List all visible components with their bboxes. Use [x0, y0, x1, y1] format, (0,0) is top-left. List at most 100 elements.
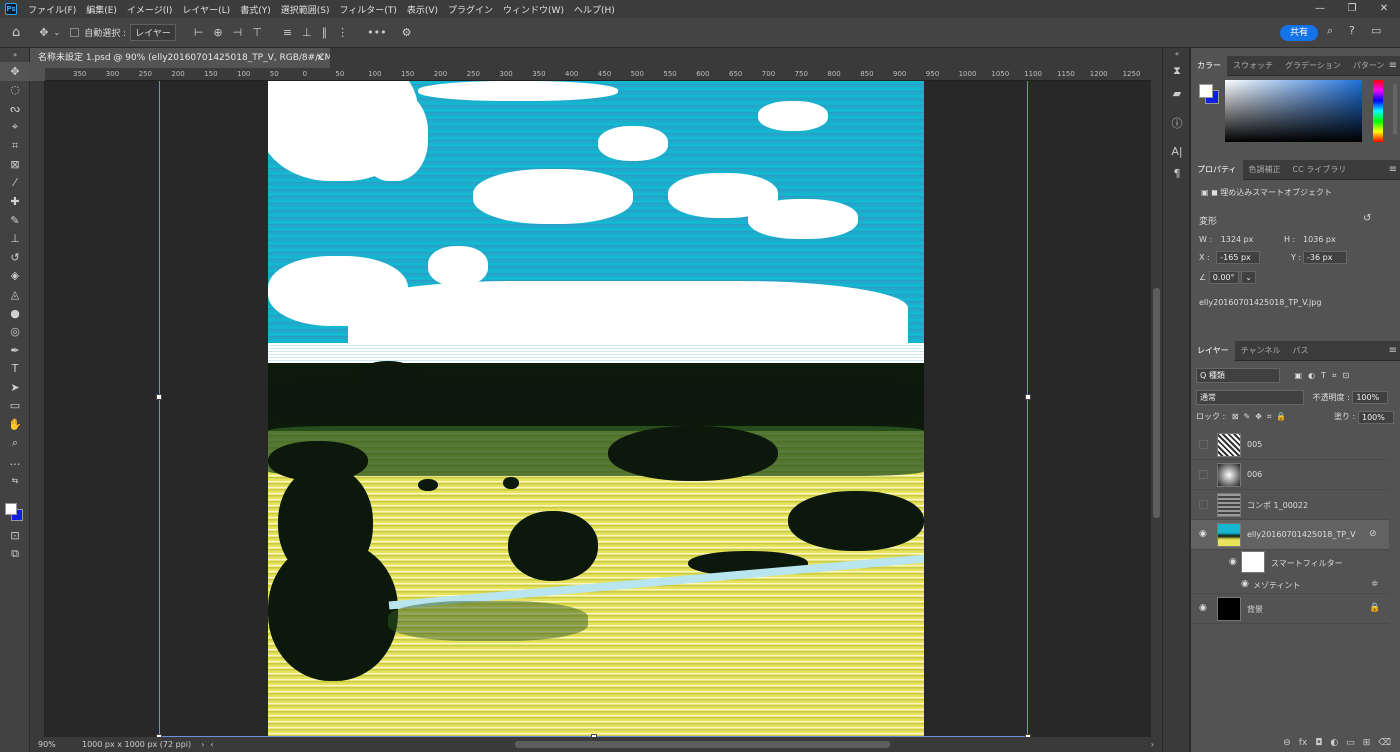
- type-tool-icon[interactable]: T: [0, 360, 30, 379]
- transform-bounding-box[interactable]: [156, 81, 1031, 737]
- paragraph-icon[interactable]: ¶: [1163, 162, 1191, 184]
- menu-plugins[interactable]: プラグイン: [443, 3, 498, 16]
- frame-tool-icon[interactable]: ⊠: [0, 155, 30, 174]
- close-tab-icon[interactable]: ×: [316, 48, 324, 68]
- chevron-left-icon[interactable]: ‹: [210, 740, 213, 749]
- eyedropper-tool-icon[interactable]: ⁄: [0, 174, 30, 193]
- brush-tool-icon[interactable]: ✎: [0, 211, 30, 230]
- tab-patterns[interactable]: パターン: [1347, 56, 1391, 76]
- quick-mask-icon[interactable]: ⊡: [0, 526, 30, 545]
- eye-icon[interactable]: ◉: [1241, 579, 1251, 589]
- canvas-area[interactable]: [45, 81, 1151, 737]
- align-center-icon[interactable]: ⊕: [213, 26, 222, 39]
- align-left-icon[interactable]: ⊢: [194, 26, 204, 39]
- collapse-icon[interactable]: «: [1163, 48, 1191, 60]
- tab-swatches[interactable]: スウォッチ: [1227, 56, 1279, 76]
- info-icon[interactable]: ⓘ: [1163, 112, 1191, 134]
- document-size[interactable]: 1000 px x 1000 px (72 ppi): [82, 740, 191, 749]
- move-tool-icon[interactable]: ✥: [39, 26, 48, 39]
- home-icon[interactable]: ⌂: [12, 25, 20, 40]
- align-middle-icon[interactable]: ≡: [283, 26, 292, 39]
- auto-select-checkbox[interactable]: [70, 28, 80, 37]
- healing-brush-icon[interactable]: ✚: [0, 192, 30, 211]
- tab-color[interactable]: カラー: [1191, 55, 1227, 76]
- eye-icon[interactable]: ◉: [1229, 557, 1239, 567]
- tab-cc-libraries[interactable]: CC ライブラリ: [1287, 160, 1353, 180]
- layer-row[interactable]: コンポ 1_00022: [1191, 490, 1389, 520]
- history-brush-icon[interactable]: ↺: [0, 248, 30, 267]
- align-right-icon[interactable]: ⊣: [233, 26, 243, 39]
- scrollbar-thumb[interactable]: [1153, 288, 1160, 518]
- fg-color-swatch[interactable]: [1199, 84, 1213, 98]
- chevron-right-icon[interactable]: ›: [1151, 740, 1154, 749]
- chevron-right-icon[interactable]: ›: [201, 740, 204, 749]
- tab-channels[interactable]: チャンネル: [1235, 341, 1287, 361]
- visibility-toggle[interactable]: [1199, 470, 1208, 479]
- folder-icon[interactable]: ▭: [1346, 738, 1355, 748]
- x-input[interactable]: -165 px: [1216, 251, 1261, 264]
- menu-type[interactable]: 書式(Y): [235, 3, 276, 16]
- workspace-icon[interactable]: ▭: [1371, 24, 1381, 37]
- new-layer-icon[interactable]: ⊞: [1363, 738, 1371, 748]
- layer-select-dropdown[interactable]: レイヤー: [130, 24, 176, 41]
- layer-row-selected[interactable]: ◉ elly20160701425018_TP_V ⊘: [1191, 520, 1389, 550]
- menu-window[interactable]: ウィンドウ(W): [498, 3, 569, 16]
- chevron-down-icon[interactable]: ⌄: [53, 28, 60, 37]
- fill-input[interactable]: 100%: [1358, 411, 1394, 424]
- hand-tool-icon[interactable]: ✋: [0, 415, 30, 434]
- layer-row[interactable]: 006: [1191, 460, 1389, 490]
- rectangle-tool-icon[interactable]: ▭: [0, 397, 30, 416]
- smart-filter-row[interactable]: ◉ スマートフィルター: [1191, 550, 1389, 576]
- pen-tool-icon[interactable]: ✒: [0, 341, 30, 360]
- collapse-icon[interactable]: »: [0, 48, 30, 62]
- align-top-icon[interactable]: ⊤: [252, 26, 262, 39]
- gear-icon[interactable]: ⚙: [402, 26, 412, 39]
- panel-menu-icon[interactable]: ≡: [1389, 60, 1397, 71]
- adjustment-icon[interactable]: ◐: [1330, 738, 1338, 748]
- move-tool-icon[interactable]: ✥: [0, 62, 30, 81]
- quick-select-tool-icon[interactable]: ⌖: [0, 118, 30, 137]
- trash-icon[interactable]: ⌫: [1378, 738, 1391, 748]
- marquee-tool-icon[interactable]: ◌: [0, 81, 30, 100]
- comments-icon[interactable]: ▰: [1163, 82, 1191, 104]
- layer-row[interactable]: ◉ 背景 🔒: [1191, 594, 1389, 624]
- distribute-horizontal-icon[interactable]: ⋮: [337, 26, 348, 39]
- reset-icon[interactable]: ↺: [1363, 213, 1371, 224]
- hue-slider[interactable]: [1373, 80, 1383, 142]
- menu-help[interactable]: ヘルプ(H): [569, 3, 620, 16]
- angle-dropdown[interactable]: ⌄: [1241, 271, 1256, 284]
- transform-handle-left[interactable]: [156, 394, 162, 400]
- share-button[interactable]: 共有: [1280, 25, 1318, 41]
- lasso-tool-icon[interactable]: ᔓ: [0, 99, 30, 118]
- search-icon[interactable]: ⌕: [1327, 24, 1333, 38]
- visibility-toggle[interactable]: [1199, 440, 1208, 449]
- document-tab[interactable]: 名称未設定 1.psd @ 90% (elly20160701425018_TP…: [30, 48, 330, 68]
- menu-select[interactable]: 選択範囲(S): [276, 3, 335, 16]
- menu-file[interactable]: ファイル(F): [23, 3, 81, 16]
- filter-icons[interactable]: ▣◐T⌗⊡: [1295, 371, 1356, 380]
- align-bottom-icon[interactable]: ⊥: [302, 26, 312, 39]
- angle-input[interactable]: 0.00°: [1208, 271, 1239, 284]
- lock-icons[interactable]: ⊠✎✥⌗🔒: [1232, 412, 1292, 421]
- screen-mode-icon[interactable]: ⧉: [0, 545, 30, 564]
- close-button[interactable]: ✕: [1368, 0, 1400, 18]
- menu-edit[interactable]: 編集(E): [81, 3, 122, 16]
- link-icon[interactable]: ⊖: [1283, 738, 1291, 748]
- tab-adjustments[interactable]: 色調補正: [1243, 160, 1287, 180]
- filter-options-icon[interactable]: ≑: [1371, 579, 1379, 589]
- filter-row[interactable]: ◉ メゾティント ≑: [1191, 576, 1389, 594]
- maximize-button[interactable]: ❐: [1336, 0, 1368, 18]
- eye-icon[interactable]: ◉: [1199, 603, 1209, 613]
- mask-icon[interactable]: ◘: [1315, 738, 1322, 748]
- foreground-swatch[interactable]: [5, 503, 17, 515]
- dodge-tool-icon[interactable]: ◎: [0, 322, 30, 341]
- tab-layers[interactable]: レイヤー: [1191, 340, 1235, 361]
- more-options-icon[interactable]: •••: [367, 26, 386, 39]
- distribute-icon[interactable]: ∥: [322, 26, 328, 39]
- panel-menu-icon[interactable]: ≡: [1389, 164, 1397, 175]
- zoom-level[interactable]: 90%: [38, 740, 68, 749]
- paint-bucket-icon[interactable]: ◬: [0, 285, 30, 304]
- zoom-tool-icon[interactable]: ⌕: [0, 434, 30, 453]
- menu-image[interactable]: イメージ(I): [122, 3, 178, 16]
- vertical-scrollbar[interactable]: [1151, 68, 1162, 737]
